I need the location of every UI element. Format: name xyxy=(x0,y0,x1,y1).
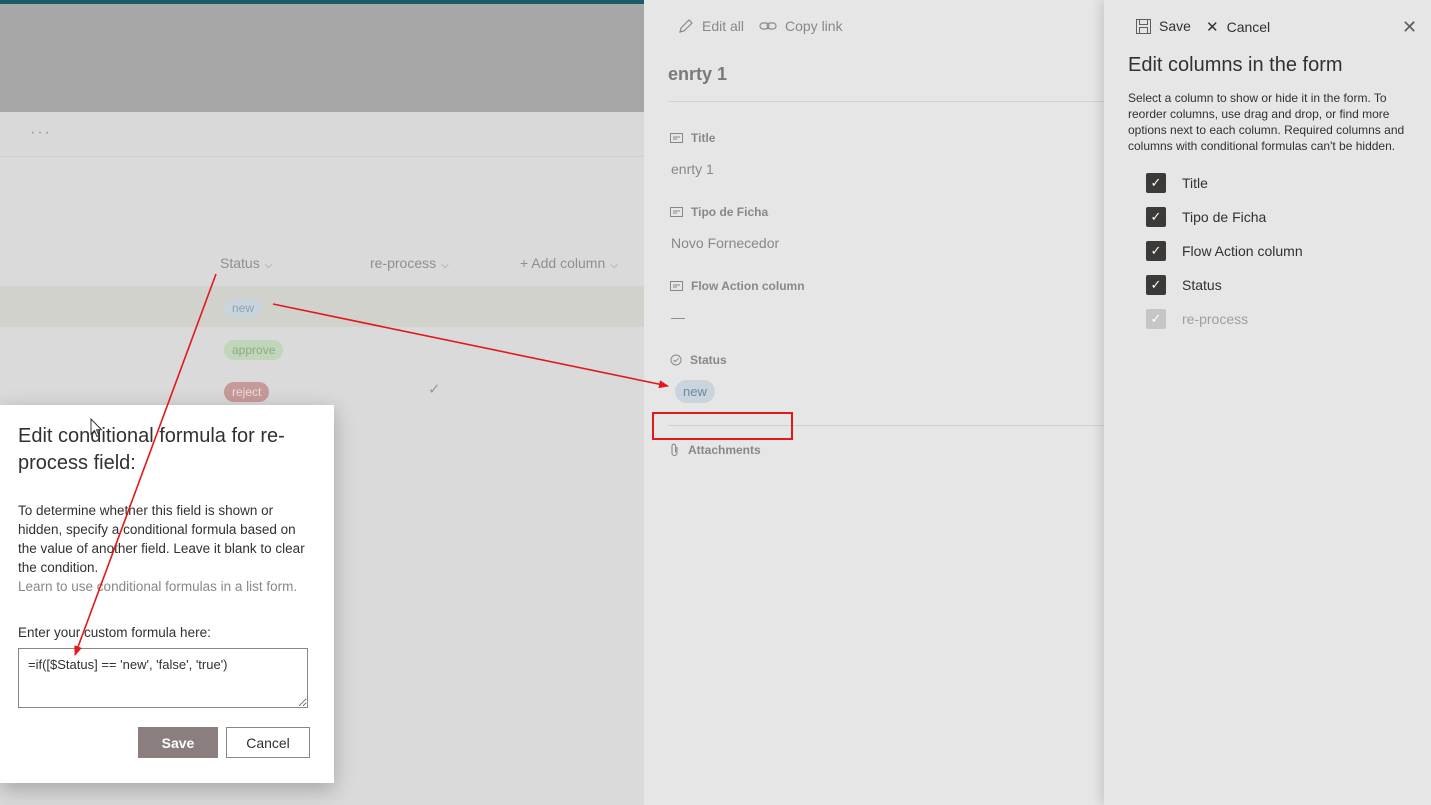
field-label-attachments: Attachments xyxy=(670,443,761,457)
status-badge: new xyxy=(224,298,263,318)
pencil-icon xyxy=(679,19,693,33)
columns-save-label: Save xyxy=(1159,18,1191,34)
text-field-icon xyxy=(670,207,683,217)
dialog-save-button[interactable]: Save xyxy=(138,727,218,758)
table-row-selected[interactable] xyxy=(0,286,644,327)
checkbox-checked-icon[interactable]: ✓ xyxy=(1146,207,1166,227)
copy-link-label: Copy link xyxy=(785,18,843,34)
field-label-text: Attachments xyxy=(688,443,761,457)
list-header-band xyxy=(0,0,644,112)
field-label-title: Title xyxy=(670,131,715,145)
panel-close-icon[interactable]: ✕ xyxy=(1402,17,1417,38)
field-value-tipo-de-ficha[interactable]: Novo Fornecedor xyxy=(671,235,779,251)
text-field-icon xyxy=(670,281,683,291)
item-details-panel xyxy=(644,0,1104,805)
checkbox-checked-icon[interactable]: ✓ xyxy=(1146,275,1166,295)
panel-title: Edit columns in the form xyxy=(1128,54,1343,76)
mouse-cursor-icon xyxy=(90,418,103,438)
more-options-icon[interactable]: ··· xyxy=(30,124,52,142)
save-icon xyxy=(1136,18,1151,34)
learn-more-link[interactable]: Learn to use conditional formulas in a l… xyxy=(18,577,308,596)
formula-input-label: Enter your custom formula here: xyxy=(18,625,211,640)
dialog-description: To determine whether this field is shown… xyxy=(18,501,308,596)
list-command-bar xyxy=(0,112,644,157)
column-toggle-label: Title xyxy=(1182,175,1208,191)
chevron-down-icon: ⌵ xyxy=(264,260,273,271)
dialog-cancel-button[interactable]: Cancel xyxy=(226,727,310,758)
checkbox-disabled-icon: ✓ xyxy=(1146,309,1166,329)
field-label-text: Title xyxy=(691,131,716,145)
field-value-flow-action[interactable]: — xyxy=(671,309,685,325)
columns-cancel-button[interactable]: ✕ Cancel xyxy=(1206,18,1270,36)
chevron-down-icon: ⌵ xyxy=(610,260,618,271)
field-label-tipo-de-ficha: Tipo de Ficha xyxy=(670,205,768,219)
dialog-title: Edit conditional formula for re-process … xyxy=(18,425,285,474)
column-toggle-label: Flow Action column xyxy=(1182,243,1303,259)
field-label-text: Flow Action column xyxy=(691,279,805,293)
column-header-label: re-process xyxy=(370,255,437,271)
add-column-button[interactable]: + Add column ⌵ xyxy=(520,255,618,271)
column-toggle-re-process: ✓ re-process xyxy=(1146,309,1248,329)
annotation-highlight-box xyxy=(652,412,793,440)
divider xyxy=(668,101,1104,102)
columns-save-button[interactable]: Save xyxy=(1136,18,1191,34)
checkmark-icon: ✓ xyxy=(428,381,441,398)
status-badge: approve xyxy=(224,340,284,360)
dialog-description-text: To determine whether this field is shown… xyxy=(18,503,305,575)
status-value-badge[interactable]: new xyxy=(675,380,715,403)
field-label-text: Tipo de Ficha xyxy=(691,205,769,219)
link-icon xyxy=(759,22,777,30)
column-toggle-label: Status xyxy=(1182,277,1222,293)
field-label-text: Status xyxy=(690,353,727,367)
checkbox-checked-icon[interactable]: ✓ xyxy=(1146,173,1166,193)
column-header-label: Status xyxy=(220,255,260,271)
column-header-re-process[interactable]: re-process ⌵ xyxy=(370,255,449,271)
column-toggle-label: Tipo de Ficha xyxy=(1182,209,1267,225)
column-toggle-label: re-process xyxy=(1182,311,1249,327)
text-field-icon xyxy=(670,133,683,143)
chevron-down-icon: ⌵ xyxy=(441,260,449,271)
choice-field-icon xyxy=(670,354,682,366)
panel-description: Select a column to show or hide it in th… xyxy=(1128,91,1405,153)
paperclip-icon xyxy=(671,443,678,457)
column-toggle-title[interactable]: ✓ Title xyxy=(1146,173,1208,193)
column-header-label: + Add column xyxy=(520,255,606,271)
close-icon: ✕ xyxy=(1206,19,1219,36)
item-title: enrty 1 xyxy=(668,64,728,84)
field-value-title[interactable]: enrty 1 xyxy=(671,161,714,177)
column-toggle-tipo-de-ficha[interactable]: ✓ Tipo de Ficha xyxy=(1146,207,1266,227)
column-toggle-status[interactable]: ✓ Status xyxy=(1146,275,1222,295)
field-label-status: Status xyxy=(670,353,727,367)
status-badge: reject xyxy=(224,382,270,402)
columns-cancel-label: Cancel xyxy=(1226,19,1271,35)
copy-link-button[interactable]: Copy link xyxy=(759,18,843,34)
edit-all-button[interactable]: Edit all xyxy=(678,18,744,34)
edit-all-label: Edit all xyxy=(702,18,745,34)
field-label-flow-action: Flow Action column xyxy=(670,279,805,293)
column-header-status[interactable]: Status ⌵ xyxy=(220,255,272,271)
formula-input[interactable] xyxy=(18,648,308,708)
column-toggle-flow-action[interactable]: ✓ Flow Action column xyxy=(1146,241,1303,261)
checkbox-checked-icon[interactable]: ✓ xyxy=(1146,241,1166,261)
